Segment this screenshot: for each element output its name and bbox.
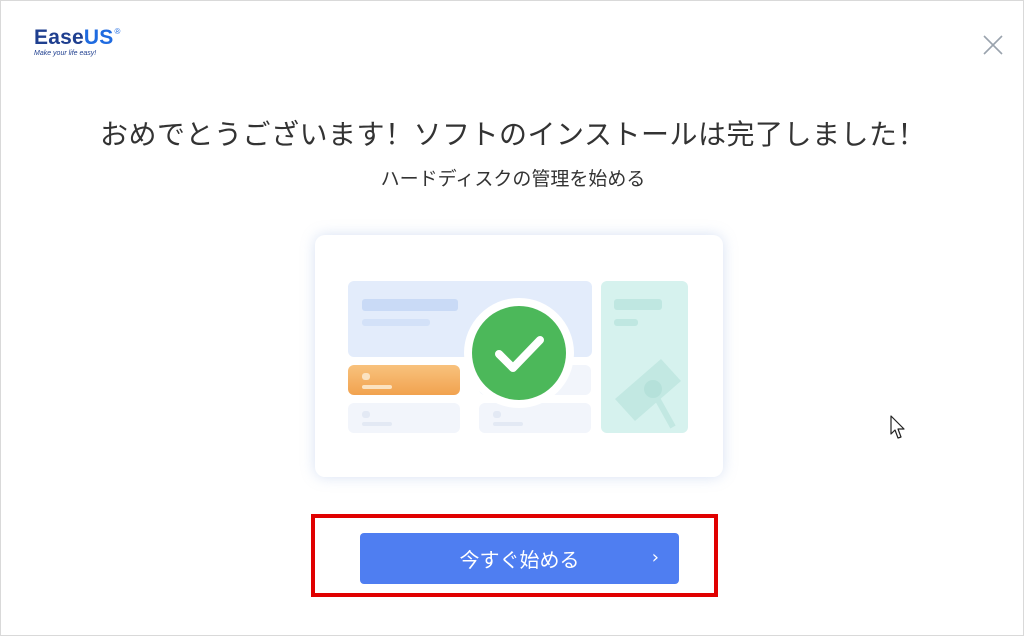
start-now-label: 今すぐ始める [459,548,580,572]
start-now-button[interactable]: 今すぐ始める › [360,533,679,584]
completion-subtitle: ハードディスクの管理を始める [380,168,646,190]
illustration-line [362,299,458,311]
success-badge [464,298,574,408]
illustration-line [362,385,392,389]
illustration-line [493,411,501,418]
mouse-cursor-icon [889,415,909,441]
completion-title: おめでとうございます！ソフトのインストールは完了しました！ [100,118,926,151]
logo-tagline: Make your life easy! [34,50,97,57]
close-icon [983,35,1003,55]
logo-text-us: US [83,26,114,49]
illustration-line [362,422,392,426]
easeus-logo: Ease US ® Make your life easy! [34,27,121,58]
illustration-line [493,422,523,426]
illustration-disk-bar [479,403,591,433]
illustration-disk-bar [348,403,460,433]
illustration-side-panel [601,281,688,433]
logo-text-ease: Ease [34,26,84,49]
check-icon [495,336,544,372]
illustration-line [362,319,430,326]
success-circle [472,306,566,400]
logo-registered-mark: ® [114,27,121,36]
installer-window: Ease US ® Make your life easy! おめでとうございます！… [0,0,1024,636]
broom-icon [615,359,681,429]
close-button[interactable] [979,31,1007,59]
illustration-disk-bar-orange [348,365,460,395]
chevron-right-icon: › [651,547,659,568]
logo-wordmark: Ease US ® [34,27,121,49]
illustration-line [362,411,370,418]
illustration-line [362,373,370,380]
